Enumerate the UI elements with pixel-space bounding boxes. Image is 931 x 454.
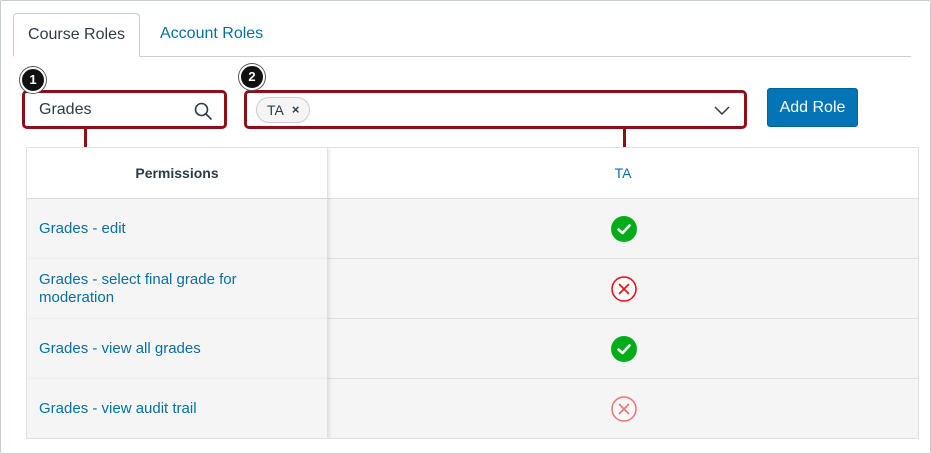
- permissions-panel: Course Roles Account Roles Grades TA × A…: [0, 0, 931, 454]
- x-circle-icon[interactable]: [611, 396, 637, 422]
- permission-cell: [328, 199, 918, 259]
- role-filter-select[interactable]: TA ×: [244, 90, 747, 129]
- permission-cell: [328, 379, 918, 438]
- check-icon[interactable]: [611, 336, 637, 362]
- table-row: Grades - view audit trail: [27, 379, 918, 438]
- add-role-button[interactable]: Add Role: [767, 88, 858, 127]
- callout-badge-1: 1: [20, 67, 46, 93]
- table-header-row: Permissions TA: [27, 148, 918, 199]
- permission-link[interactable]: Grades - view audit trail: [27, 379, 328, 438]
- permission-cell: [328, 259, 918, 319]
- remove-chip-icon[interactable]: ×: [292, 98, 300, 122]
- search-value: Grades: [39, 101, 92, 118]
- callout-badge-2: 2: [239, 64, 265, 90]
- permissions-column-header: Permissions: [27, 148, 328, 199]
- permission-cell: [328, 319, 918, 379]
- role-chip-ta[interactable]: TA ×: [256, 97, 311, 123]
- x-circle-icon[interactable]: [611, 276, 637, 302]
- permissions-table: Permissions TA Grades - edit Grades - se…: [26, 147, 919, 439]
- role-chip-label: TA: [267, 102, 284, 118]
- permission-link[interactable]: Grades - edit: [27, 199, 328, 259]
- permission-search-input[interactable]: Grades: [22, 90, 227, 129]
- tab-course-roles[interactable]: Course Roles: [13, 13, 140, 57]
- chevron-down-icon[interactable]: [714, 103, 730, 119]
- permission-link[interactable]: Grades - select final grade for moderati…: [27, 259, 328, 319]
- search-icon: [194, 102, 212, 120]
- table-row: Grades - view all grades: [27, 319, 918, 379]
- table-row: Grades - select final grade for moderati…: [27, 259, 918, 319]
- check-icon[interactable]: [611, 216, 637, 242]
- tab-account-roles[interactable]: Account Roles: [144, 13, 279, 57]
- table-row: Grades - edit: [27, 199, 918, 259]
- permission-link[interactable]: Grades - view all grades: [27, 319, 328, 379]
- role-column-header-ta[interactable]: TA: [328, 148, 918, 199]
- role-tabs: Course Roles Account Roles: [13, 13, 911, 57]
